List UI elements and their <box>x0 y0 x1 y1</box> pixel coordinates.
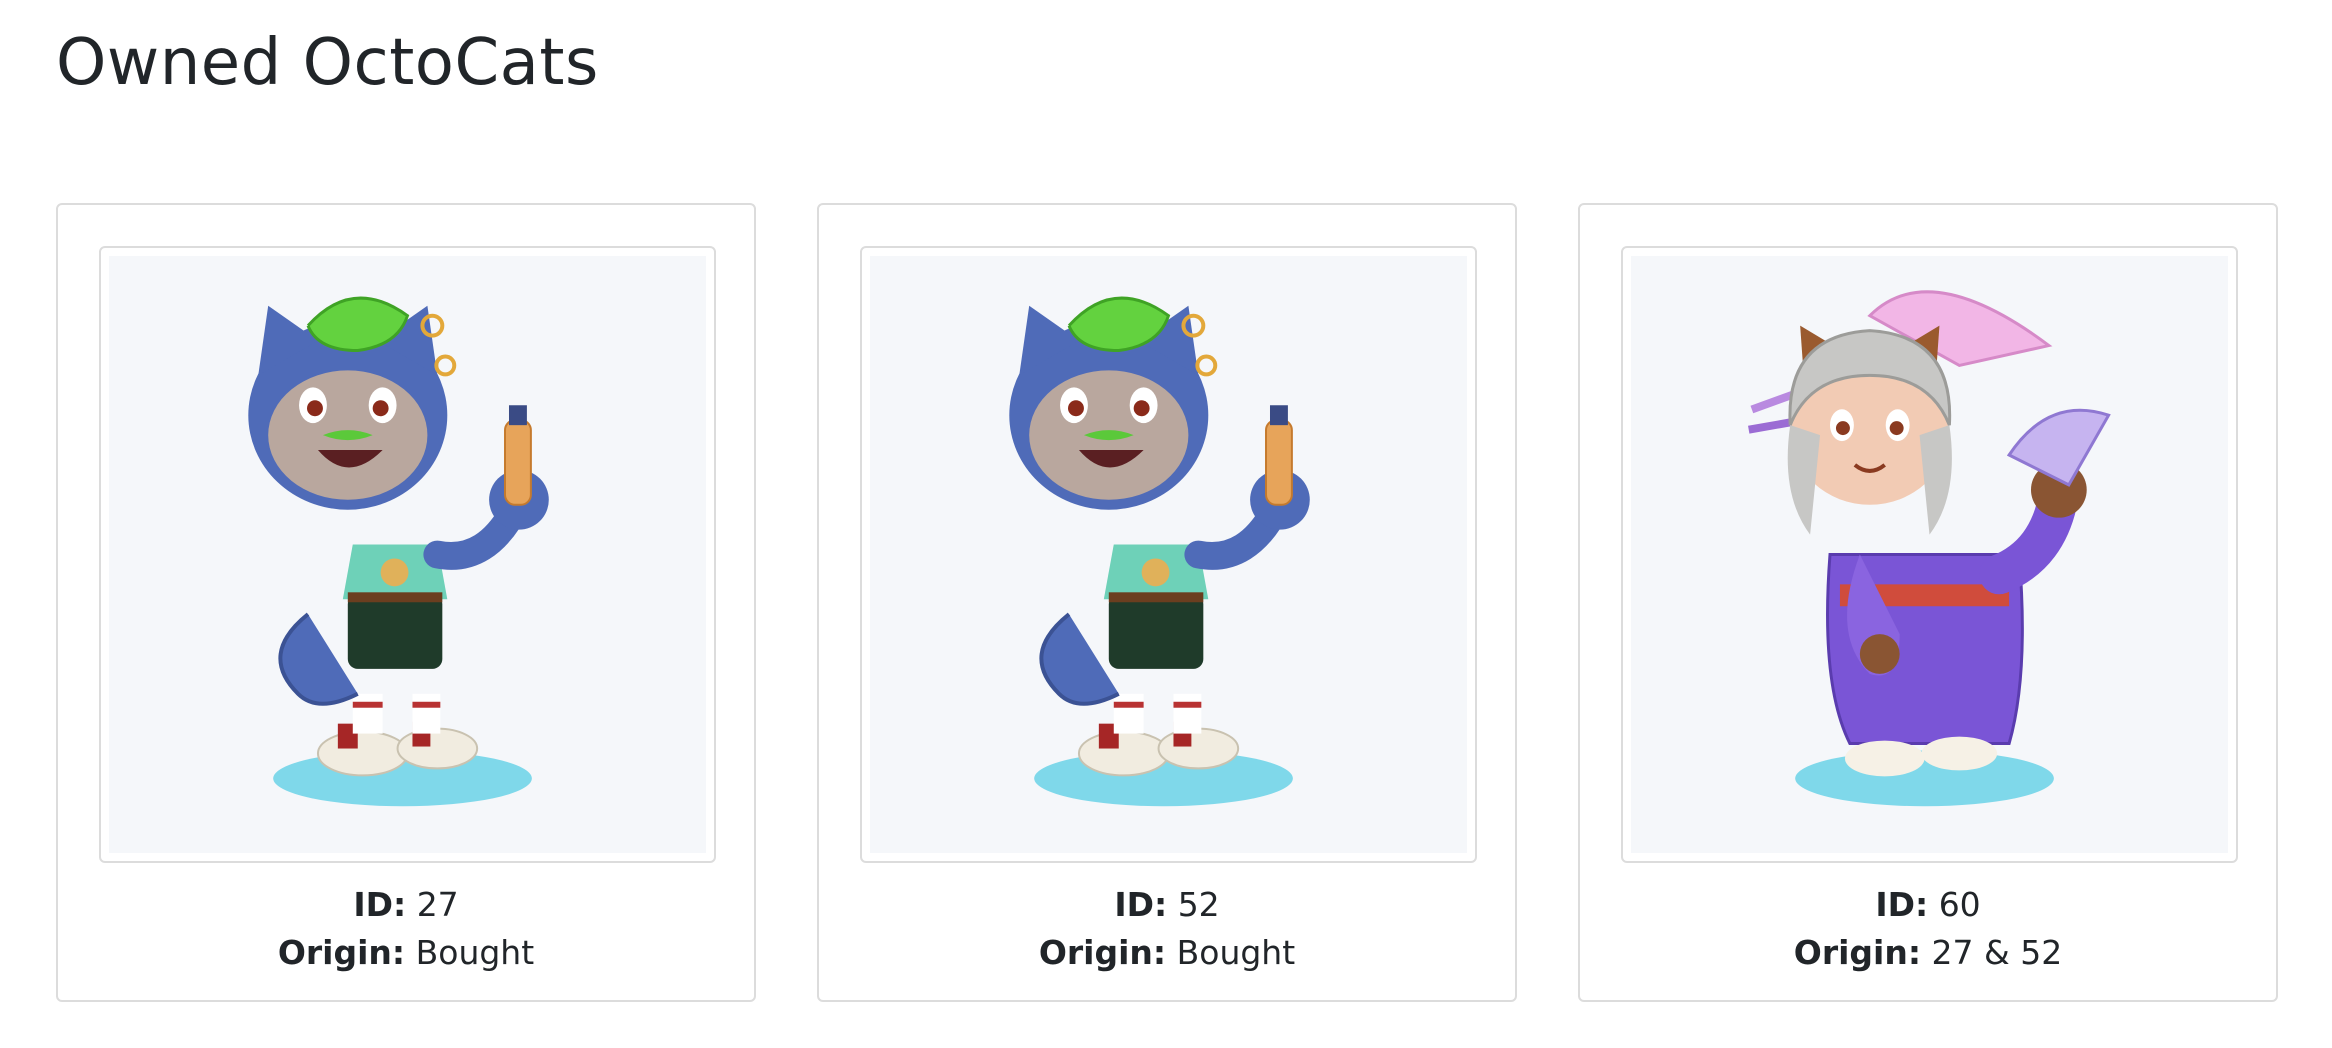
id-label: ID: <box>353 885 407 924</box>
punk-octocat-illustration <box>1009 296 1310 807</box>
page-title: Owned OctoCats <box>56 26 599 100</box>
origin-label: Origin: <box>1793 933 1922 972</box>
octocat-details: ID: 52 Origin: Bought <box>819 881 1515 977</box>
octocat-origin-line: Origin: 27 & 52 <box>1580 929 2276 977</box>
octocat-details: ID: 27 Origin: Bought <box>58 881 754 977</box>
octocat-image-frame <box>99 246 716 863</box>
kimono-octocat-illustration <box>1748 290 2111 807</box>
octocat-origin-value: Bought <box>415 933 535 972</box>
octocat-image <box>870 256 1467 853</box>
page: Owned OctoCats ID: 27 Origin: Bought ID:… <box>0 0 2332 1048</box>
octocat-image-frame <box>1621 246 2238 863</box>
octocat-id-value: 27 <box>416 885 459 924</box>
octocat-id-line: ID: 60 <box>1580 881 2276 929</box>
octocat-card[interactable]: ID: 27 Origin: Bought <box>56 203 756 1002</box>
octocat-card-list: ID: 27 Origin: Bought ID: 52 Origin: Bou… <box>56 203 2278 1002</box>
octocat-id-line: ID: 27 <box>58 881 754 929</box>
id-label: ID: <box>1114 885 1168 924</box>
octocat-origin-value: 27 & 52 <box>1931 933 2063 972</box>
octocat-card[interactable]: ID: 52 Origin: Bought <box>817 203 1517 1002</box>
origin-label: Origin: <box>277 933 406 972</box>
octocat-origin-line: Origin: Bought <box>819 929 1515 977</box>
octocat-id-line: ID: 52 <box>819 881 1515 929</box>
octocat-id-value: 60 <box>1938 885 1981 924</box>
octocat-image <box>109 256 706 853</box>
octocat-image <box>1631 256 2228 853</box>
octocat-image-frame <box>860 246 1477 863</box>
punk-octocat-illustration <box>248 296 549 807</box>
octocat-card[interactable]: ID: 60 Origin: 27 & 52 <box>1578 203 2278 1002</box>
octocat-origin-value: Bought <box>1176 933 1296 972</box>
octocat-origin-line: Origin: Bought <box>58 929 754 977</box>
octocat-details: ID: 60 Origin: 27 & 52 <box>1580 881 2276 977</box>
octocat-id-value: 52 <box>1177 885 1220 924</box>
origin-label: Origin: <box>1038 933 1167 972</box>
id-label: ID: <box>1875 885 1929 924</box>
